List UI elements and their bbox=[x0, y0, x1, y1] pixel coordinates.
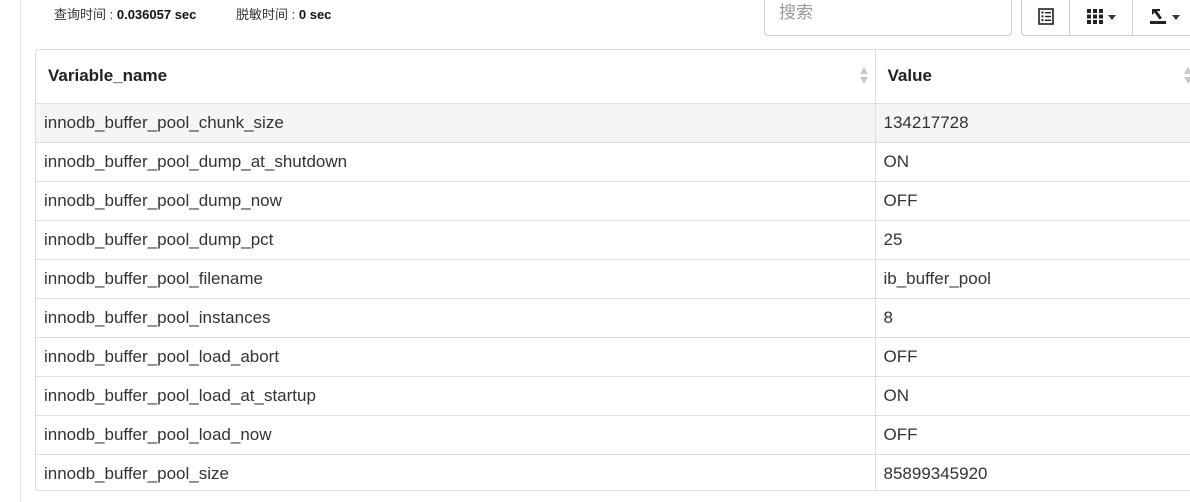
column-header-label: Variable_name bbox=[48, 66, 168, 86]
cell-variable-name: innodb_buffer_pool_instances bbox=[36, 297, 876, 337]
cell-value: 85899345920 bbox=[875, 453, 1190, 490]
cell-variable-name: innodb_buffer_pool_load_abort bbox=[36, 336, 876, 376]
table-row: innodb_buffer_pool_size 85899345920 bbox=[36, 453, 1190, 490]
query-time: 查询时间 : 0.036057 sec bbox=[54, 4, 196, 23]
chevron-down-icon bbox=[1172, 14, 1180, 20]
query-time-value: 0.036057 sec bbox=[116, 7, 197, 22]
cell-variable-name: innodb_buffer_pool_dump_pct bbox=[36, 219, 876, 259]
table-row: innodb_buffer_pool_dump_pct 25 bbox=[36, 219, 1190, 259]
export-icon bbox=[1150, 8, 1166, 24]
column-header-value[interactable]: Value bbox=[875, 50, 1190, 104]
cell-value: ib_buffer_pool bbox=[875, 258, 1190, 298]
variables-table: Variable_name Value innodb_buffer_pool_c… bbox=[36, 50, 1190, 490]
table-row: innodb_buffer_pool_chunk_size 134217728 bbox=[36, 103, 1190, 142]
column-header-label: Value bbox=[887, 66, 932, 86]
cell-value: OFF bbox=[875, 414, 1190, 454]
chevron-down-icon bbox=[1107, 14, 1116, 20]
toolbar-button-group bbox=[1021, 0, 1190, 36]
search-box bbox=[764, 0, 1012, 36]
table-row: innodb_buffer_pool_load_at_startup ON bbox=[36, 375, 1190, 415]
table-row: innodb_buffer_pool_load_now OFF bbox=[36, 414, 1190, 454]
toggle-view-button[interactable] bbox=[1021, 0, 1070, 36]
table-row: innodb_buffer_pool_dump_at_shutdown ON bbox=[36, 141, 1190, 181]
query-time-label: 查询时间 : bbox=[54, 7, 114, 22]
cell-value: 8 bbox=[875, 297, 1190, 337]
table-row: innodb_buffer_pool_load_abort OFF bbox=[36, 336, 1190, 376]
search-input[interactable] bbox=[779, 3, 997, 23]
table-row: innodb_buffer_pool_filename ib_buffer_poo… bbox=[36, 258, 1190, 298]
column-header-variable-name[interactable]: Variable_name bbox=[36, 50, 876, 104]
cell-value: OFF bbox=[875, 180, 1190, 220]
cell-value: ON bbox=[875, 141, 1190, 181]
columns-dropdown-button[interactable] bbox=[1069, 0, 1133, 36]
export-dropdown-button[interactable] bbox=[1132, 0, 1190, 36]
columns-grid-icon bbox=[1086, 8, 1103, 24]
table-row: innodb_buffer_pool_dump_now OFF bbox=[36, 180, 1190, 220]
cell-variable-name: innodb_buffer_pool_dump_now bbox=[36, 180, 876, 220]
cell-variable-name: innodb_buffer_pool_load_at_startup bbox=[36, 375, 876, 415]
query-stats: 查询时间 : 0.036057 sec 脱敏时间 : 0 sec bbox=[54, 4, 367, 23]
cell-value: 134217728 bbox=[875, 103, 1190, 142]
cell-variable-name: innodb_buffer_pool_filename bbox=[36, 258, 876, 298]
variables-table-container: Variable_name Value innodb_buffer_pool_c… bbox=[35, 49, 1190, 491]
sort-icon bbox=[1183, 67, 1190, 85]
left-divider bbox=[20, 0, 21, 502]
sort-icon bbox=[859, 67, 869, 85]
cell-value: 25 bbox=[875, 219, 1190, 259]
cell-variable-name: innodb_buffer_pool_chunk_size bbox=[36, 103, 876, 142]
list-icon bbox=[1037, 7, 1054, 25]
cell-variable-name: innodb_buffer_pool_load_now bbox=[36, 414, 876, 454]
desensitize-time-label: 脱敏时间 : bbox=[236, 7, 296, 22]
table-header-row: Variable_name Value bbox=[36, 50, 1190, 104]
cell-value: ON bbox=[875, 375, 1190, 415]
cell-variable-name: innodb_buffer_pool_dump_at_shutdown bbox=[36, 141, 876, 181]
cell-variable-name: innodb_buffer_pool_size bbox=[36, 453, 876, 490]
desensitize-time-value: 0 sec bbox=[298, 7, 332, 22]
table-row: innodb_buffer_pool_instances 8 bbox=[36, 297, 1190, 337]
desensitize-time: 脱敏时间 : 0 sec bbox=[236, 4, 331, 23]
cell-value: OFF bbox=[875, 336, 1190, 376]
